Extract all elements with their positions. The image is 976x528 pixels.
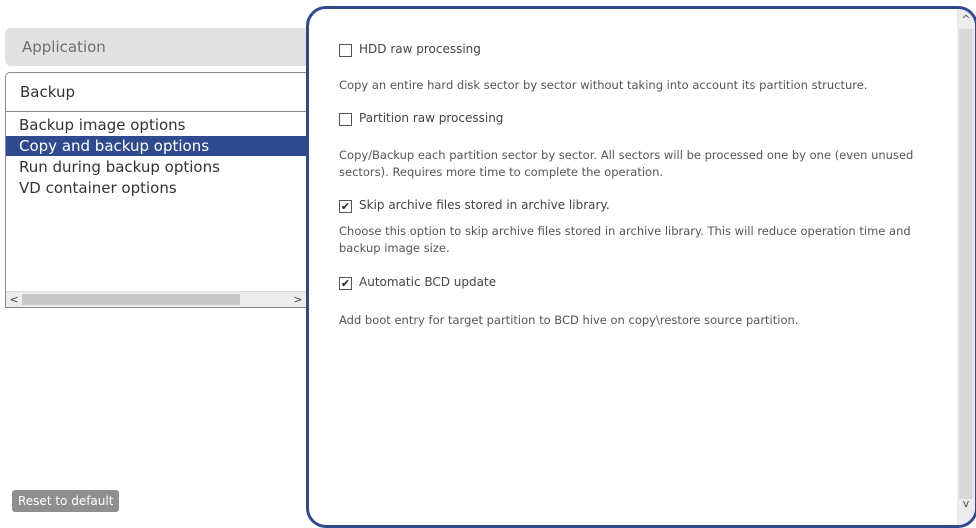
checkbox-label[interactable]: Automatic BCD update: [359, 275, 496, 289]
scroll-down-icon[interactable]: v: [957, 497, 975, 510]
reset-to-default-button[interactable]: Reset to default: [12, 490, 120, 512]
checkbox-label[interactable]: Skip archive files stored in archive lib…: [359, 198, 610, 212]
horizontal-scrollbar[interactable]: < >: [6, 291, 306, 307]
checkbox[interactable]: [339, 44, 352, 57]
list-item-copy-and-backup-options[interactable]: Copy and backup options: [6, 136, 306, 156]
option-description: Copy an entire hard disk sector by secto…: [339, 78, 868, 92]
checkbox-checked[interactable]: ✔: [339, 277, 352, 290]
option-description: Choose this option to skip archive files…: [339, 224, 911, 255]
category-sub-label: Backup: [20, 83, 75, 101]
list-item-vd-container-options[interactable]: VD container options: [6, 178, 306, 198]
scroll-thumb[interactable]: [22, 294, 240, 305]
checkbox-label[interactable]: Partition raw processing: [359, 111, 503, 125]
category-header-label: Application: [22, 38, 106, 56]
options-panel: HDD raw processing Copy an entire hard d…: [306, 6, 976, 528]
vertical-scrollbar[interactable]: ^ v: [957, 9, 975, 525]
option-description: Add boot entry for target partition to B…: [339, 313, 799, 327]
checkbox-checked[interactable]: ✔: [339, 200, 352, 213]
checkbox-label[interactable]: HDD raw processing: [359, 42, 481, 56]
list-item-run-during-backup-options[interactable]: Run during backup options: [6, 157, 306, 177]
scroll-thumb[interactable]: [959, 29, 973, 499]
list-item-backup-image-options[interactable]: Backup image options: [6, 115, 306, 135]
category-header-application[interactable]: Application: [5, 28, 315, 66]
options-category-list[interactable]: Backup image options Copy and backup opt…: [5, 111, 307, 308]
scroll-left-icon[interactable]: <: [7, 292, 21, 307]
option-description: Copy/Backup each partition sector by sec…: [339, 148, 914, 179]
scroll-right-icon[interactable]: >: [291, 292, 305, 307]
scroll-up-icon[interactable]: ^: [957, 13, 975, 26]
category-header-backup[interactable]: Backup: [5, 72, 315, 112]
checkbox[interactable]: [339, 113, 352, 126]
